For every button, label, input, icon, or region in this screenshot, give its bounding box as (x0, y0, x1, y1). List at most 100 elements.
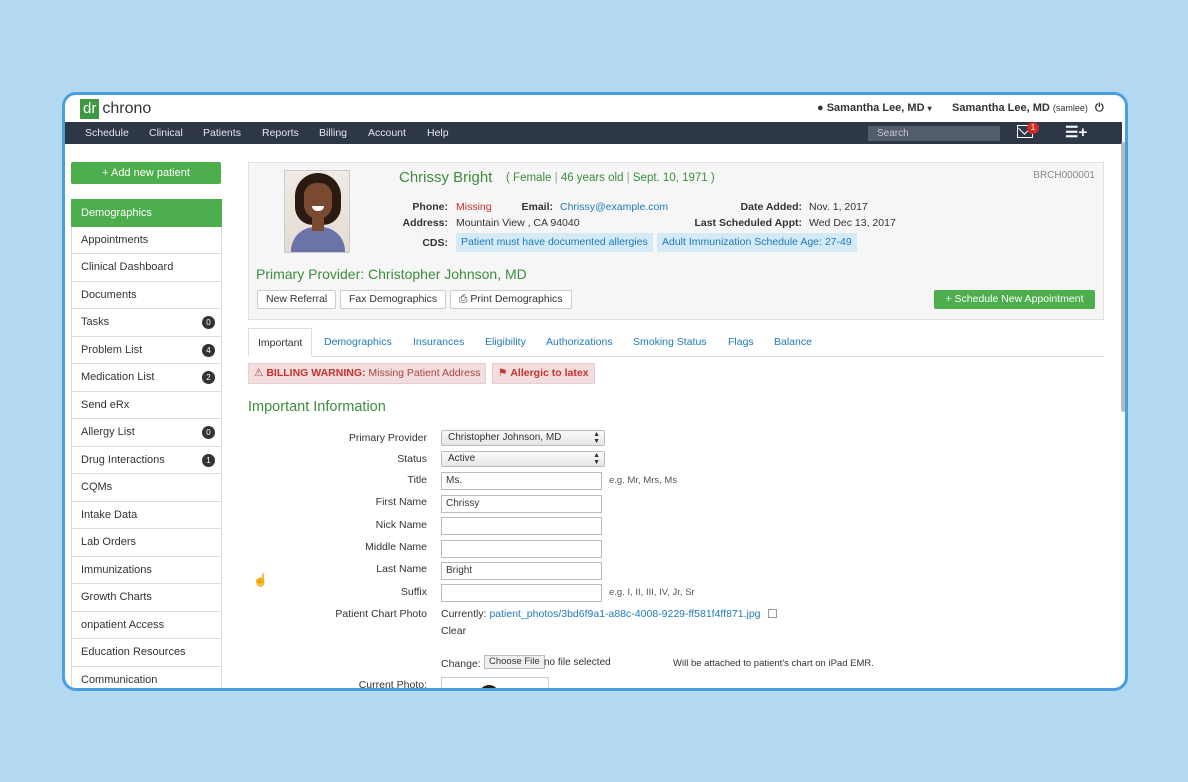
nick-name-label: Nick Name (375, 519, 427, 531)
hand-cursor-icon: ☝ (253, 573, 268, 587)
middle-name-label: Middle Name (365, 541, 427, 553)
current-photo-label: Current Photo: (358, 679, 427, 691)
suffix-input[interactable] (441, 584, 602, 602)
sidebar-item-immunizations[interactable]: Immunizations (71, 556, 222, 584)
sidebar-item-demographics[interactable]: Demographics (71, 199, 222, 227)
sidebar-item-intake-data[interactable]: Intake Data (71, 501, 222, 529)
nav-account[interactable]: Account (368, 127, 406, 139)
sidebar-item-label: Intake Data (81, 508, 138, 521)
sidebar-item-label: Medication List (81, 371, 155, 383)
mail-count-badge: 1 (1027, 122, 1039, 134)
email-link[interactable]: Chrissy@example.com (560, 201, 668, 213)
phone-value: Missing (456, 201, 492, 213)
cds-alert-immunization[interactable]: Adult Immunization Schedule Age: 27-49 (657, 233, 857, 252)
sidebar-item-education-resources[interactable]: Education Resources (71, 639, 222, 667)
patient-photo (284, 170, 350, 253)
sidebar-item-medication-list[interactable]: Medication List 2 (71, 364, 222, 392)
middle-name-input[interactable] (441, 540, 602, 558)
scrollbar[interactable] (1121, 142, 1125, 412)
tab-eligibility[interactable]: Eligibility (485, 328, 526, 357)
sidebar-item-lab-orders[interactable]: Lab Orders (71, 529, 222, 557)
nav-billing[interactable]: Billing (319, 127, 347, 139)
current-photo-thumbnail (441, 677, 549, 688)
sidebar-item-drug-interactions[interactable]: Drug Interactions 1 (71, 446, 222, 474)
nav-clinical[interactable]: Clinical (149, 127, 183, 139)
schedule-appointment-button[interactable]: + Schedule New Appointment (934, 290, 1095, 309)
first-name-input[interactable]: Chrissy (441, 495, 602, 513)
suffix-hint: e.g. I, II, III, IV, Jr, Sr (609, 587, 695, 598)
sidebar-item-label: Growth Charts (81, 591, 152, 603)
sidebar-count-badge: 1 (202, 453, 215, 467)
sidebar-item-label: Lab Orders (81, 536, 137, 548)
sidebar-item-documents[interactable]: Documents (71, 281, 222, 309)
sidebar-item-label: Tasks (81, 316, 110, 328)
sidebar-item-clinical-dashboard[interactable]: Clinical Dashboard (71, 254, 222, 282)
nav-patients[interactable]: Patients (203, 127, 241, 139)
primary-provider-select[interactable]: Christopher Johnson, MD ▲ ▼ (441, 430, 605, 446)
patient-summary: ( Female | 46 years old | Sept. 10, 1971… (506, 172, 715, 184)
primary-provider-value: Christopher Johnson, MD (448, 432, 562, 443)
nav-schedule[interactable]: Schedule (85, 127, 129, 139)
drchrono-logo[interactable]: dr chrono (80, 99, 151, 119)
cds-alert-allergies[interactable]: Patient must have documented allergies (456, 233, 653, 252)
print-demographics-label: Print Demographics (470, 293, 563, 305)
date-added-value: Nov. 1, 2017 (809, 201, 868, 213)
select-arrows-icon: ▲ ▼ (593, 452, 600, 466)
power-icon[interactable]: ⏻ (1095, 102, 1104, 114)
sidebar-item-cqms[interactable]: CQMs (71, 474, 222, 502)
tab-insurances[interactable]: Insurances (413, 328, 464, 357)
nav-reports[interactable]: Reports (262, 127, 299, 139)
warning-icon: ⚠ (254, 367, 264, 379)
sidebar-list: Demographics Appointments Clinical Dashboa… (71, 199, 222, 688)
status-select[interactable]: Active ▲ ▼ (441, 451, 605, 467)
tab-flags[interactable]: Flags (728, 328, 754, 357)
photo-path-link[interactable]: patient_photos/3bd6f9a1-a88c-4008-9229-f… (489, 608, 760, 620)
paren-open: ( (506, 172, 510, 184)
sidebar-item-communication[interactable]: Communication (71, 666, 222, 688)
last-name-input[interactable]: Bright (441, 562, 602, 580)
search-input[interactable]: Search (868, 126, 1000, 141)
sidebar-item-tasks[interactable]: Tasks 0 (71, 309, 222, 337)
sidebar-item-growth-charts[interactable]: Growth Charts (71, 584, 222, 612)
sidebar-item-label: Drug Interactions (81, 453, 165, 466)
patient-dob: Sept. 10, 1971 (632, 172, 708, 184)
sidebar-item-label: Education Resources (81, 646, 186, 658)
print-demographics-button[interactable]: ⎙ Print Demographics (450, 290, 572, 309)
account-name[interactable]: Samantha Lee, MD (samlee) ⏻ (952, 102, 1104, 115)
sidebar-item-label: Immunizations (81, 563, 152, 576)
sidebar-item-onpatient-access[interactable]: onpatient Access (71, 611, 222, 639)
date-added-label: Date Added: (740, 201, 802, 213)
clear-photo-checkbox[interactable] (768, 609, 777, 618)
tab-authorizations[interactable]: Authorizations (546, 328, 613, 357)
logo-chrono: chrono (102, 100, 152, 117)
address-value: Mountain View , CA 94040 (456, 217, 580, 229)
choose-file-button[interactable]: Choose File (484, 655, 545, 669)
fax-demographics-button[interactable]: Fax Demographics (340, 290, 447, 309)
sidebar-count-badge: 4 (202, 343, 215, 357)
sidebar-item-problem-list[interactable]: Problem List 4 (71, 336, 222, 364)
sidebar-item-allergy-list[interactable]: Allergy List 0 (71, 419, 222, 447)
tab-balance[interactable]: Balance (774, 328, 812, 357)
nav-help[interactable]: Help (427, 127, 449, 139)
sidebar-item-label: Problem List (81, 343, 143, 356)
primary-provider-label: Primary Provider (348, 432, 427, 444)
phone-label: Phone: (412, 201, 448, 213)
select-arrows-icon: ▲ ▼ (593, 431, 600, 445)
suffix-label: Suffix (400, 586, 427, 598)
currently-label: Currently: (441, 608, 487, 620)
flag-icon: ⚑ (498, 367, 508, 379)
divider: | (554, 172, 558, 184)
user-menu[interactable]: ● Samantha Lee, MD ▾ (817, 102, 932, 114)
tab-important[interactable]: Important (248, 328, 313, 357)
tab-smoking-status[interactable]: Smoking Status (633, 328, 707, 357)
nick-name-input[interactable] (441, 517, 602, 535)
add-new-patient-button[interactable]: + Add new patient (71, 162, 221, 184)
sidebar-item-send-erx[interactable]: Send eRx (71, 391, 222, 419)
new-referral-button[interactable]: New Referral (257, 290, 337, 309)
menu-plus-icon[interactable]: ☰+ (1065, 125, 1087, 140)
tab-demographics[interactable]: Demographics (324, 328, 392, 357)
sidebar-count-badge: 0 (202, 316, 215, 329)
sidebar-count-badge: 2 (202, 371, 215, 384)
sidebar-item-appointments[interactable]: Appointments (71, 226, 222, 254)
title-input[interactable]: Ms. (441, 472, 602, 490)
